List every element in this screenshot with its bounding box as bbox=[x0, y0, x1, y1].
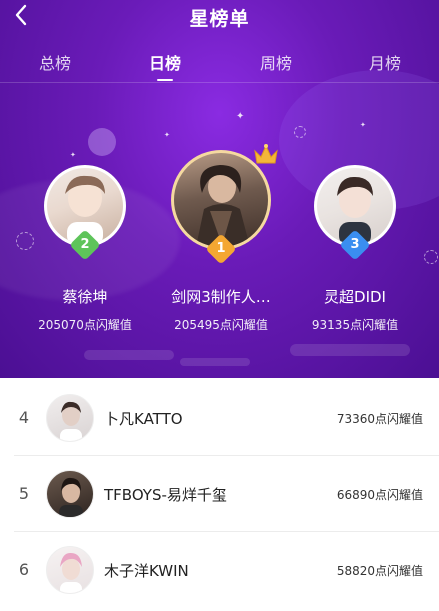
list-name: 卜凡KATTO bbox=[104, 410, 183, 428]
podium-score: 205495点闪耀值 bbox=[174, 318, 268, 332]
list-rank: 5 bbox=[18, 484, 30, 503]
list-score: 58820点闪耀值 bbox=[336, 564, 423, 578]
tab-daily[interactable]: 日榜 bbox=[148, 50, 182, 81]
avatar bbox=[46, 470, 94, 518]
list-score: 66890点闪耀值 bbox=[336, 488, 423, 502]
list-item[interactable]: 5 TFBOYS-易烊千玺 66890点闪耀值 bbox=[0, 456, 439, 532]
podium-name: 剑网3制作人… bbox=[171, 288, 271, 306]
decor-ripple bbox=[424, 250, 438, 264]
rank-badge: 2 bbox=[69, 229, 101, 261]
top-nav-bar: 星榜单 bbox=[0, 0, 439, 36]
list-name: TFBOYS-易烊千玺 bbox=[104, 486, 227, 504]
ranking-hero-banner: ✦ ✦ ✦ ✦ 星榜单 总榜 日榜 周榜 月榜 2 蔡徐坤 205070点闪耀值… bbox=[0, 0, 439, 378]
list-score: 73360点闪耀值 bbox=[336, 412, 423, 426]
podium-score: 205070点闪耀值 bbox=[38, 318, 132, 332]
decor-cloud bbox=[180, 358, 250, 366]
list-rank: 4 bbox=[18, 408, 30, 427]
sparkle-icon: ✦ bbox=[164, 131, 170, 139]
active-tab-indicator bbox=[156, 79, 173, 81]
decor-cloud bbox=[84, 350, 174, 360]
tab-daily-label: 日榜 bbox=[148, 54, 182, 73]
decor-ripple bbox=[16, 232, 34, 250]
podium-score: 93135点闪耀值 bbox=[311, 318, 399, 332]
tab-overall[interactable]: 总榜 bbox=[39, 50, 71, 74]
rank-badge: 1 bbox=[205, 233, 237, 265]
list-name: 木子洋KWIN bbox=[104, 562, 189, 580]
sparkle-icon: ✦ bbox=[70, 151, 76, 159]
list-item[interactable]: 6 木子洋KWIN 58820点闪耀值 bbox=[0, 532, 439, 608]
crown-icon bbox=[252, 143, 280, 171]
avatar bbox=[46, 394, 94, 442]
avatar bbox=[46, 546, 94, 594]
podium-name: 灵超DIDI bbox=[324, 288, 386, 306]
decor-ripple bbox=[294, 126, 306, 138]
podium-name: 蔡徐坤 bbox=[62, 288, 108, 306]
decor-cloud bbox=[290, 344, 410, 356]
page-title: 星榜单 bbox=[189, 8, 250, 30]
ranking-tabs: 总榜 日榜 周榜 月榜 bbox=[0, 44, 439, 81]
tab-monthly[interactable]: 月榜 bbox=[369, 50, 401, 74]
list-rank: 6 bbox=[18, 560, 30, 579]
sparkle-icon: ✦ bbox=[236, 111, 245, 122]
list-item[interactable]: 4 卜凡KATTO 73360点闪耀值 bbox=[0, 380, 439, 456]
sparkle-icon: ✦ bbox=[360, 121, 366, 129]
tab-weekly[interactable]: 周榜 bbox=[260, 50, 292, 74]
tabs-divider bbox=[0, 82, 439, 83]
decor-bubble bbox=[88, 128, 116, 156]
rank-badge: 3 bbox=[339, 229, 371, 261]
